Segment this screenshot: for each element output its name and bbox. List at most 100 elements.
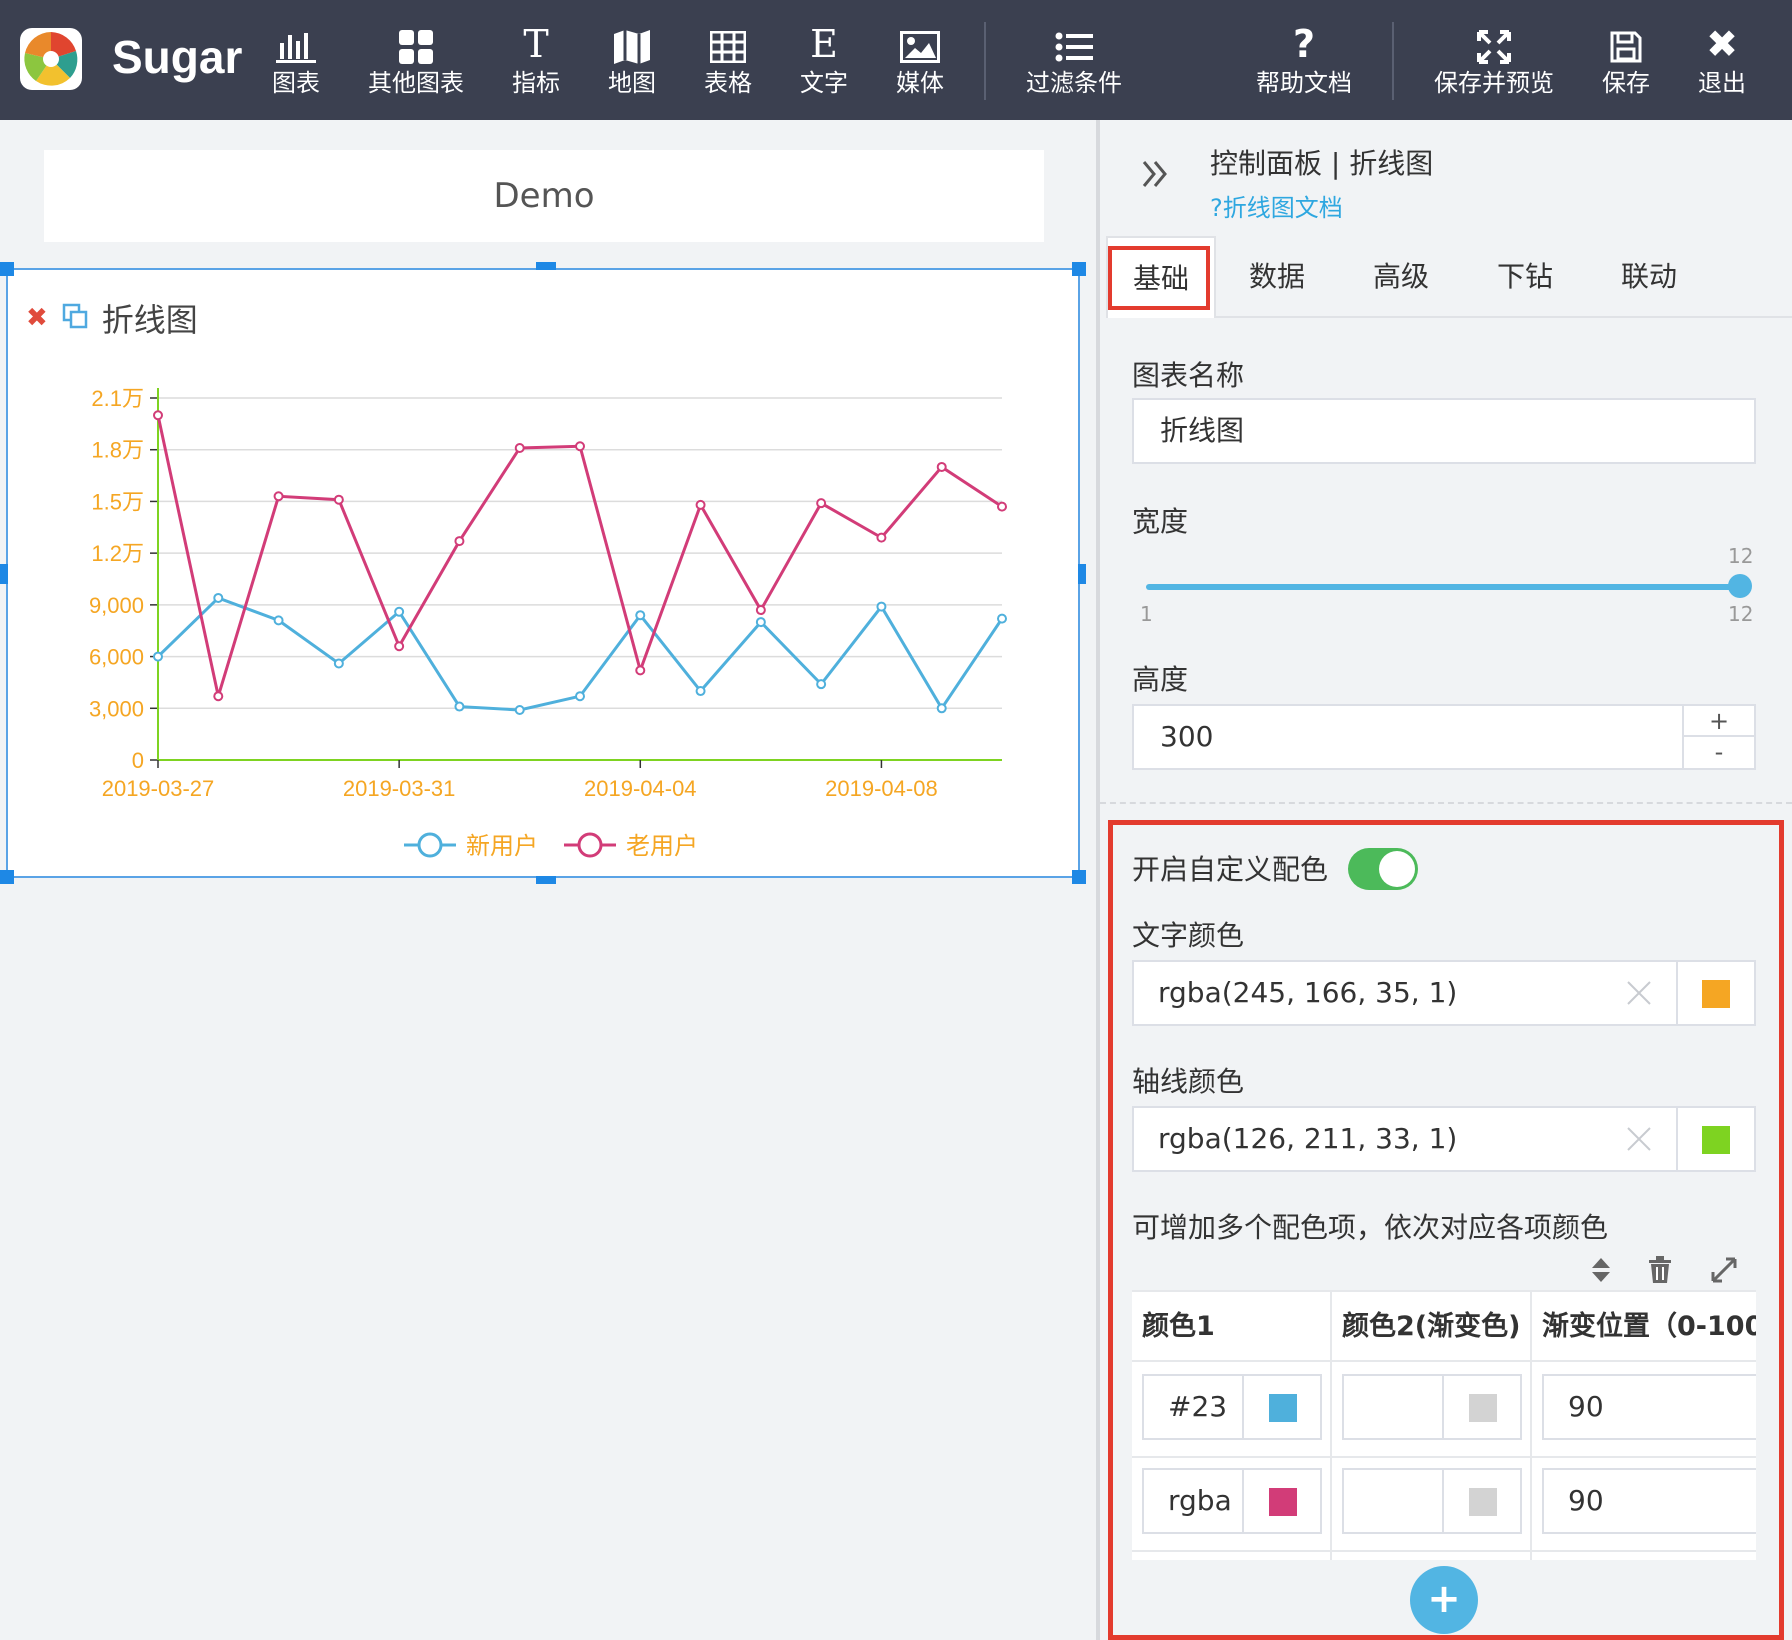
toolbar-label: 保存并预览 xyxy=(1434,69,1554,97)
axis-color-value: rgba(126, 211, 33, 1) xyxy=(1158,1122,1458,1155)
toolbar-filter-button[interactable]: 过滤条件 xyxy=(1014,20,1134,106)
legend-label: 新用户 xyxy=(466,832,538,860)
height-input[interactable]: 300 xyxy=(1132,704,1756,770)
data-point xyxy=(213,691,224,702)
series-line-2 xyxy=(156,414,1003,697)
legend-marker xyxy=(577,832,603,858)
delete-icon[interactable]: ✖ xyxy=(26,303,48,333)
data-point xyxy=(816,679,827,690)
axis-color-swatch xyxy=(1702,1126,1730,1154)
line-chart: 0 3,000 6,000 9,000 1.2万 1.5万 1.8万 2.1万 2019-03-… xyxy=(89,386,1007,860)
tab-linkage[interactable]: 联动 xyxy=(1594,236,1704,318)
table-header-color2: 颜色2(渐变色) xyxy=(1342,1311,1521,1342)
column-divider xyxy=(1530,1292,1532,1560)
add-color-item-button[interactable]: + xyxy=(1410,1566,1478,1634)
sort-icon[interactable] xyxy=(1590,1256,1612,1288)
clear-icon[interactable] xyxy=(1624,978,1654,1012)
tab-advanced[interactable]: 高级 xyxy=(1346,236,1456,318)
tab-data[interactable]: 数据 xyxy=(1222,236,1332,318)
section-divider xyxy=(1100,802,1792,804)
resize-handle-left[interactable] xyxy=(0,564,8,584)
gradient-position-input[interactable]: 90 xyxy=(1542,1374,1756,1440)
data-point xyxy=(876,601,887,612)
row-divider xyxy=(1132,1456,1756,1458)
text-color-input[interactable]: rgba(245, 166, 35, 1) xyxy=(1132,960,1756,1026)
dashboard-title-card[interactable]: Demo xyxy=(44,150,1044,242)
image-icon xyxy=(860,20,980,68)
toolbar-chart-button[interactable]: 图表 xyxy=(236,20,356,106)
axis-color-picker[interactable] xyxy=(1676,1108,1754,1170)
gradient-position-value: 90 xyxy=(1568,1484,1604,1517)
data-point xyxy=(454,701,465,712)
toolbar-help-button[interactable]: ? 帮助文档 xyxy=(1244,20,1364,106)
chart-doc-link[interactable]: ?折线图文档 xyxy=(1210,188,1343,223)
control-panel: 控制面板 | 折线图 ?折线图文档 基础 数据 高级 下钻 联动 图表名称 折线… xyxy=(1100,120,1792,1640)
clear-icon[interactable] xyxy=(1624,1124,1654,1158)
text-color-picker[interactable] xyxy=(1676,962,1754,1024)
y-tick-label: 6,000 xyxy=(89,645,144,670)
toolbar-exit-button[interactable]: ✖ 退出 xyxy=(1662,20,1782,106)
text-color-label: 文字颜色 xyxy=(1132,919,1245,952)
color1-value: #23 xyxy=(1168,1390,1228,1423)
legend-label: 老用户 xyxy=(626,832,698,860)
height-stepper: + - xyxy=(1682,706,1754,768)
width-label: 宽度 xyxy=(1132,505,1189,538)
y-tick-label: 1.5万 xyxy=(91,489,144,514)
axis-color-label: 轴线颜色 xyxy=(1132,1065,1245,1098)
y-tick-label: 1.8万 xyxy=(91,438,144,463)
widget-title: 折线图 xyxy=(101,301,198,339)
toolbar-label: 图表 xyxy=(272,69,320,97)
toolbar-save-preview-button[interactable]: 保存并预览 xyxy=(1424,20,1564,106)
data-point xyxy=(635,665,646,676)
x-tick-label: 2019-04-08 xyxy=(825,776,938,801)
fullscreen-icon[interactable] xyxy=(1710,1256,1738,1288)
gradient-position-input[interactable]: 90 xyxy=(1542,1468,1756,1534)
height-label: 高度 xyxy=(1132,663,1189,696)
data-point xyxy=(333,658,344,669)
sugar-logo-icon xyxy=(20,28,82,90)
data-point xyxy=(695,499,706,510)
color2-picker[interactable] xyxy=(1442,1470,1520,1532)
color2-swatch xyxy=(1469,1394,1497,1422)
bar-chart-icon xyxy=(236,20,356,68)
data-point xyxy=(997,613,1007,624)
color1-picker[interactable] xyxy=(1242,1470,1320,1532)
color2-picker[interactable] xyxy=(1442,1376,1520,1438)
line-chart-widget[interactable]: 0 3,000 6,000 9,000 1.2万 1.5万 1.8万 2.1万 2019-03-… xyxy=(0,262,1086,884)
custom-color-toggle[interactable] xyxy=(1348,848,1418,890)
color1-input[interactable]: rgba xyxy=(1142,1468,1322,1534)
color2-input[interactable] xyxy=(1342,1468,1522,1534)
legend-marker xyxy=(417,832,443,858)
double-chevron-right-icon[interactable] xyxy=(1140,158,1172,194)
copy-icon[interactable] xyxy=(62,303,88,333)
height-increment-button[interactable]: + xyxy=(1684,706,1754,737)
height-decrement-button[interactable]: - xyxy=(1684,737,1754,768)
toolbar-label: 退出 xyxy=(1698,69,1746,97)
color2-input[interactable] xyxy=(1342,1374,1522,1440)
resize-handle-right[interactable] xyxy=(1078,564,1086,584)
data-point xyxy=(816,498,827,509)
toolbar-label: 帮助文档 xyxy=(1256,69,1352,97)
close-icon: ✖ xyxy=(1706,22,1738,66)
resize-handle-top[interactable] xyxy=(536,262,556,270)
text-color-value: rgba(245, 166, 35, 1) xyxy=(1158,976,1458,1009)
color1-input[interactable]: #23 xyxy=(1142,1374,1322,1440)
data-point xyxy=(514,705,525,716)
dashboard-title: Demo xyxy=(493,176,595,216)
width-value-tooltip: 12 xyxy=(1728,544,1754,568)
toolbar-divider xyxy=(1392,22,1394,100)
trash-icon[interactable] xyxy=(1648,1256,1672,1288)
color1-picker[interactable] xyxy=(1242,1376,1320,1438)
data-point xyxy=(333,494,344,505)
width-slider-handle[interactable] xyxy=(1728,574,1752,598)
resize-handle-bottom[interactable] xyxy=(536,876,556,884)
chart-name-input[interactable]: 折线图 xyxy=(1132,398,1756,464)
multi-color-hint: 可增加多个配色项，依次对应各项颜色 xyxy=(1132,1211,1609,1244)
toolbar-media-button[interactable]: 媒体 xyxy=(860,20,980,106)
toolbar-other-charts-button[interactable]: 其他图表 xyxy=(356,20,476,106)
tab-drilldown[interactable]: 下钻 xyxy=(1470,236,1580,318)
row-divider xyxy=(1132,1360,1756,1362)
data-point xyxy=(575,691,585,702)
axis-color-input[interactable]: rgba(126, 211, 33, 1) xyxy=(1132,1106,1756,1172)
width-slider-track[interactable] xyxy=(1146,584,1740,590)
